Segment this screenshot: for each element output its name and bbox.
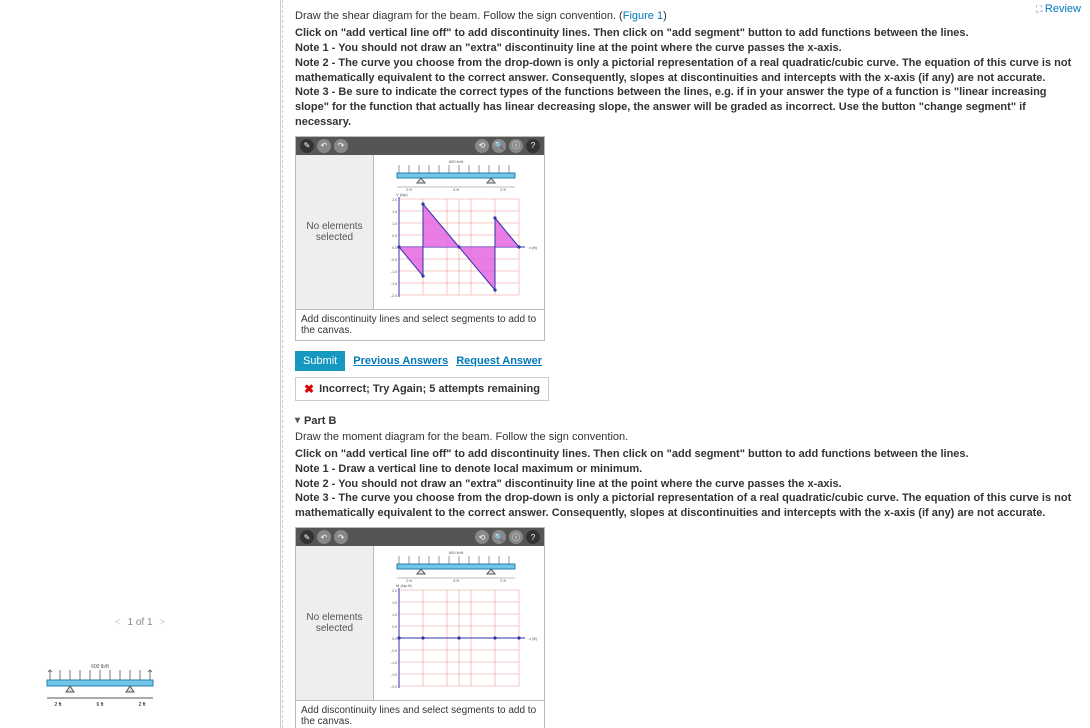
figure-position: 1 of 1 [127,617,152,628]
svg-text:-1.5: -1.5 [391,282,397,286]
canvas-hint: Add discontinuity lines and select segme… [296,700,544,728]
moment-plot[interactable]: 600 lb/ft [374,546,544,700]
help-icon[interactable]: ? [526,530,540,544]
redo-icon[interactable]: ↷ [334,530,348,544]
partA-notes: Click on "add vertical line off" to add … [295,26,1079,130]
undo-icon[interactable]: ↶ [317,139,331,153]
submit-button[interactable]: Submit [295,351,345,371]
figure-nav: < 1 of 1 > [0,617,280,628]
help-icon[interactable]: ? [526,139,540,153]
info-icon[interactable]: ⓘ [509,530,523,544]
svg-text:1.5: 1.5 [392,601,397,605]
svg-text:0.0: 0.0 [392,637,397,641]
svg-text:-1.0: -1.0 [391,661,397,665]
svg-text:2 ft: 2 ft [500,187,506,192]
svg-text:V (kip): V (kip) [396,192,408,197]
svg-text:2 ft: 2 ft [500,578,506,583]
svg-text:1.5: 1.5 [392,210,397,214]
add-vertical-line-icon[interactable]: ✎ [300,530,314,544]
partA-canvas[interactable]: ✎ ↶ ↷ ⟲ 🔍 ⓘ ? No elements selected [295,136,545,341]
figure-next[interactable]: > [155,617,169,628]
svg-text:6 ft: 6 ft [453,578,459,583]
svg-text:x (ft): x (ft) [529,245,538,250]
canvas-hint: Add discontinuity lines and select segme… [296,309,544,340]
reset-icon[interactable]: ⟲ [475,139,489,153]
partB-canvas[interactable]: ✎ ↶ ↷ ⟲ 🔍 ⓘ ? No elements selected [295,527,545,728]
svg-text:6 ft: 6 ft [453,187,459,192]
svg-text:M (kip·ft): M (kip·ft) [396,583,412,588]
svg-text:2.0: 2.0 [392,589,397,593]
svg-text:2 ft: 2 ft [139,702,147,708]
svg-text:1.0: 1.0 [392,613,397,617]
svg-text:0.5: 0.5 [392,625,397,629]
svg-text:-2.0: -2.0 [391,685,397,689]
selection-panel: No elements selected [296,155,374,309]
figure-thumbnail[interactable]: 600 lb/ft 2 ft 6 ft 2 ft [35,660,165,710]
feedback-box: ✖ Incorrect; Try Again; 5 attempts remai… [295,377,549,401]
svg-text:-1.0: -1.0 [391,270,397,274]
svg-text:0.5: 0.5 [392,234,397,238]
svg-text:-0.5: -0.5 [391,649,397,653]
add-vertical-line-icon[interactable]: ✎ [300,139,314,153]
zoom-icon[interactable]: 🔍 [492,530,506,544]
zoom-icon[interactable]: 🔍 [492,139,506,153]
partA-prompt: Draw the shear diagram for the beam. Fol… [295,10,1079,22]
figure-prev[interactable]: < [111,617,125,628]
svg-text:-0.5: -0.5 [391,258,397,262]
figure-label: 600 lb/ft [91,664,109,670]
incorrect-icon: ✖ [304,382,314,396]
svg-text:-1.5: -1.5 [391,673,397,677]
partB-prompt: Draw the moment diagram for the beam. Fo… [295,431,1079,443]
svg-text:2 ft: 2 ft [55,702,63,708]
canvas-toolbar: ✎ ↶ ↷ ⟲ 🔍 ⓘ ? [296,137,544,155]
redo-icon[interactable]: ↷ [334,139,348,153]
main-pane: Review Draw the shear diagram for the be… [282,0,1090,728]
info-icon[interactable]: ⓘ [509,139,523,153]
figure-pane: < 1 of 1 > 600 lb/ft 2 ft [0,0,281,728]
figure1-link[interactable]: Figure 1 [623,10,663,22]
review-link[interactable]: Review [1036,3,1081,15]
svg-text:-2.0: -2.0 [391,294,397,298]
svg-text:0.0: 0.0 [392,246,397,250]
svg-text:600 lb/ft: 600 lb/ft [449,550,464,555]
svg-text:600 lb/ft: 600 lb/ft [449,159,464,164]
selection-panel: No elements selected [296,546,374,700]
canvas-toolbar: ✎ ↶ ↷ ⟲ 🔍 ⓘ ? [296,528,544,546]
app-viewport: { "header": { "review": "Review" }, "fig… [0,0,1090,728]
partB-notes: Click on "add vertical line off" to add … [295,447,1079,521]
svg-text:x (ft): x (ft) [529,636,538,641]
svg-text:2.0: 2.0 [392,198,397,202]
svg-text:6 ft: 6 ft [97,702,105,708]
reset-icon[interactable]: ⟲ [475,530,489,544]
undo-icon[interactable]: ↶ [317,530,331,544]
shear-plot[interactable]: 600 lb/ft [374,155,544,309]
svg-text:1.0: 1.0 [392,222,397,226]
previous-answers-link[interactable]: Previous Answers [353,355,448,367]
partB-header[interactable]: ▾ Part B [295,415,1079,427]
request-answer-link[interactable]: Request Answer [456,355,542,367]
chevron-down-icon: ▾ [295,415,300,426]
